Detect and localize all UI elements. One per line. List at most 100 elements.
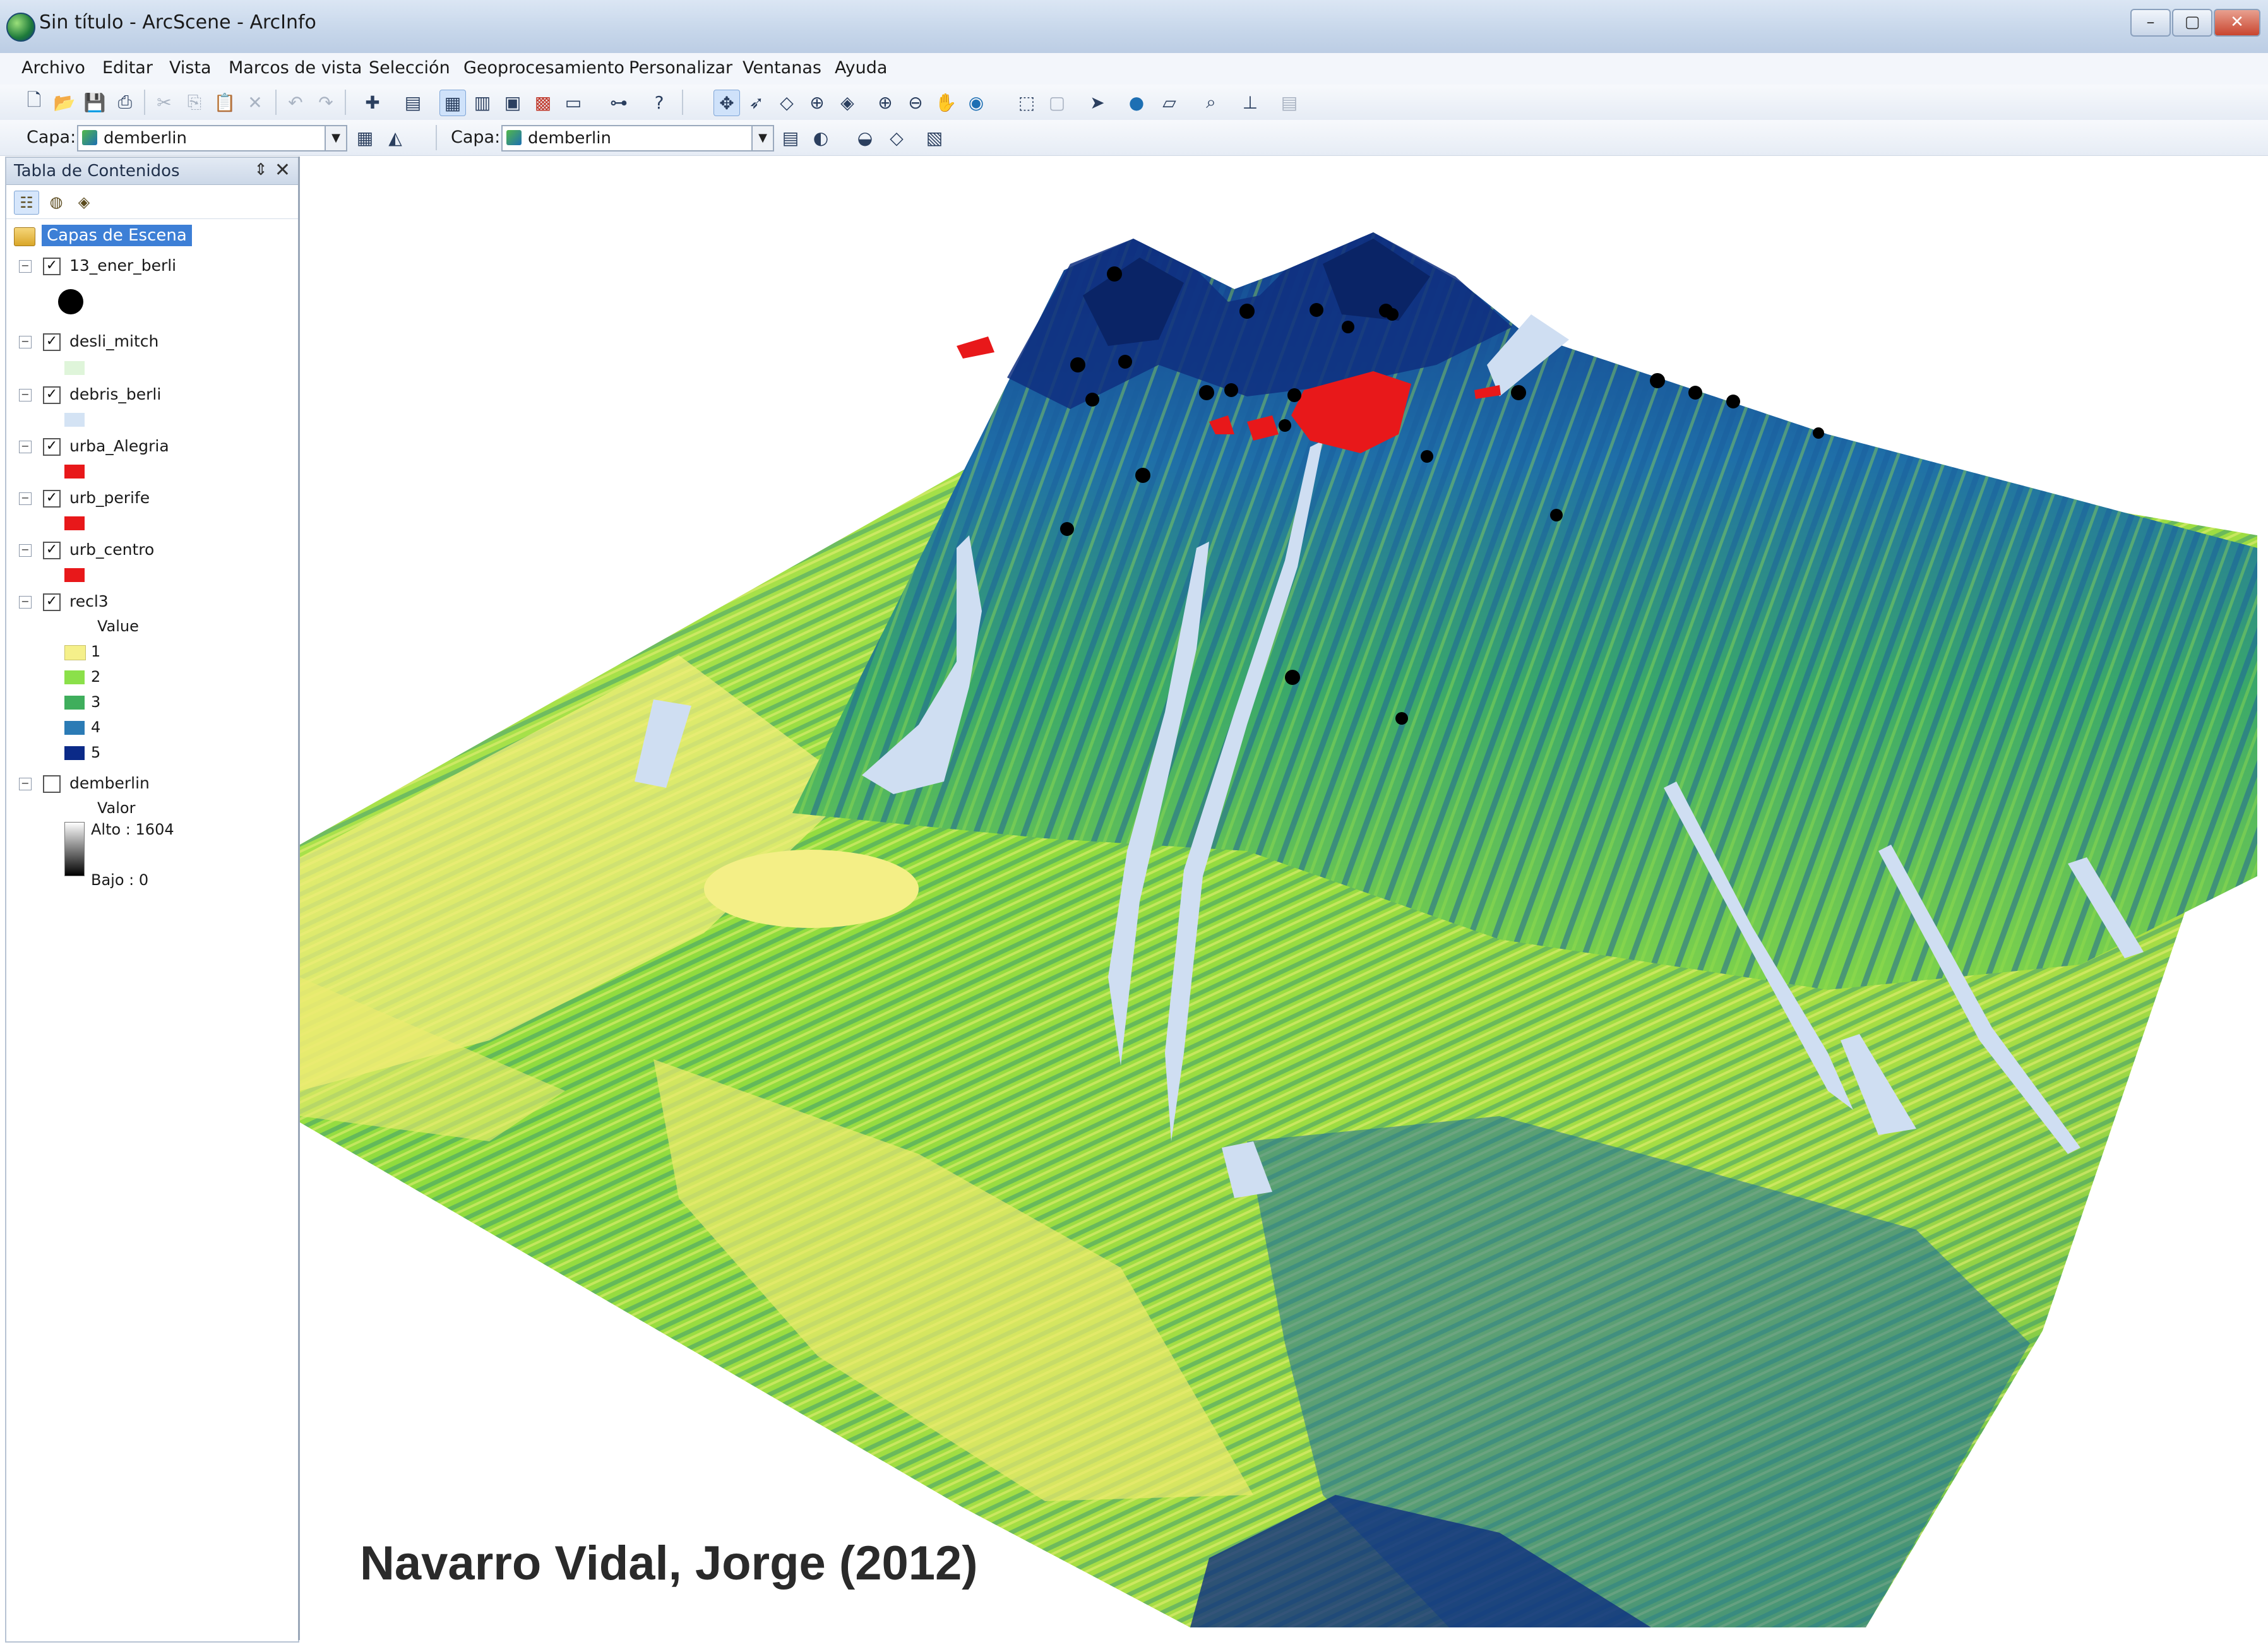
layer-dropdown[interactable]: demberlin ▼ (77, 125, 347, 152)
layer-name[interactable]: urb_perife (69, 489, 150, 507)
menu-archivo[interactable]: Archivo (21, 58, 85, 78)
author-credit: Navarro Vidal, Jorge (2012) (360, 1537, 978, 1590)
collapse-icon[interactable]: − (19, 389, 32, 401)
collapse-icon[interactable]: − (19, 441, 32, 453)
landslide-point (1279, 419, 1291, 432)
pin-icon[interactable]: ⇕ (254, 160, 268, 179)
collapse-icon[interactable]: − (19, 544, 32, 557)
identify-icon[interactable]: ● (1124, 90, 1149, 115)
layer-name[interactable]: debris_berli (69, 385, 161, 403)
collapse-icon[interactable]: − (19, 336, 32, 348)
list-by-drawing-order-icon[interactable]: ☷ (14, 191, 39, 215)
navigate-icon[interactable]: ✥ (713, 90, 740, 116)
point-symbol-icon (58, 289, 83, 314)
collapse-icon[interactable]: − (19, 492, 32, 505)
find-icon[interactable]: ⌕ (1198, 90, 1224, 115)
layer-tool-icon[interactable]: ◭ (383, 125, 408, 150)
layer-visibility-checkbox[interactable]: ✓ (43, 258, 61, 275)
menu-geoprocesamiento[interactable]: Geoprocesamiento (463, 58, 624, 78)
layer-visibility-checkbox[interactable]: ✓ (43, 490, 61, 508)
maximize-button[interactable]: ▢ (2172, 9, 2212, 37)
full-extent-icon[interactable]: ◉ (964, 90, 989, 115)
paste-icon[interactable]: 📋 (212, 90, 237, 115)
layer-visibility-checkbox[interactable]: ✓ (43, 438, 61, 456)
save-icon[interactable]: 💾 (82, 90, 107, 115)
pan-icon[interactable]: ✋ (933, 90, 958, 115)
cut-icon[interactable]: ✂ (152, 90, 177, 115)
undo-icon[interactable]: ↶ (283, 90, 308, 115)
layer-visibility-checkbox[interactable] (43, 775, 61, 793)
fly-icon[interactable]: ➶ (744, 90, 769, 115)
arctoolbox-icon[interactable]: ▩ (530, 90, 556, 115)
layer-dropdown[interactable]: demberlin ▼ (501, 125, 774, 152)
chevron-down-icon[interactable]: ▼ (751, 126, 773, 150)
time-slider-icon[interactable]: ▤ (1277, 90, 1302, 115)
toc-root-scene-layers[interactable]: Capas de Escena (42, 225, 192, 246)
toc-window-icon[interactable]: ▦ (439, 90, 466, 116)
layer-name[interactable]: urb_centro (69, 540, 154, 559)
standard-toolbar: 🗋 📂 💾 ⎙ ✂ ⎘ 📋 ✕ ↶ ↷ ✚ ▤ ▦ ▥ ▣ ▩ ▭ ⊶ ? ✥ … (0, 85, 2268, 121)
menu-personalizar[interactable]: Personalizar (629, 58, 732, 78)
clear-selection-icon[interactable]: ▢ (1044, 90, 1070, 115)
toc-title: Tabla de Contenidos (14, 162, 180, 181)
delete-icon[interactable]: ✕ (242, 90, 268, 115)
menu-vista[interactable]: Vista (169, 58, 212, 78)
target-center-icon[interactable]: ◇ (774, 90, 799, 115)
layer-name[interactable]: urba_Alegria (69, 437, 169, 455)
scene-view[interactable]: Navarro Vidal, Jorge (2012) (298, 157, 2264, 1640)
menu-editar[interactable]: Editar (102, 58, 153, 78)
legend-swatch (64, 645, 86, 660)
effects-tool-icon[interactable]: ◒ (852, 125, 878, 150)
new-document-icon[interactable]: 🗋 (21, 90, 47, 115)
scene-properties-icon[interactable]: ▤ (400, 90, 426, 115)
add-data-icon[interactable]: ✚ (360, 90, 385, 115)
effects-tool-icon[interactable]: ▧ (922, 125, 947, 150)
list-by-visibility-icon[interactable]: ◈ (72, 191, 96, 213)
python-window-icon[interactable]: ▭ (561, 90, 586, 115)
minimize-button[interactable]: – (2130, 9, 2171, 37)
html-popup-icon[interactable]: ▱ (1157, 90, 1182, 115)
effects-tool-icon[interactable]: ◐ (808, 125, 833, 150)
list-by-source-icon[interactable]: ◍ (44, 191, 68, 213)
measure-icon[interactable]: ⊥ (1238, 90, 1263, 115)
layer-visibility-checkbox[interactable]: ✓ (43, 386, 61, 404)
menu-marcos-de-vista[interactable]: Marcos de vista (229, 58, 362, 78)
menu-seleccion[interactable]: Selección (369, 58, 450, 78)
set-observer-icon[interactable]: ◈ (835, 90, 860, 115)
layer-name[interactable]: demberlin (69, 774, 150, 792)
model-builder-icon[interactable]: ⊶ (606, 90, 631, 115)
layer-name[interactable]: recl3 (69, 592, 109, 610)
layer-visibility-checkbox[interactable]: ✓ (43, 542, 61, 559)
zoom-in-icon[interactable]: ⊕ (873, 90, 898, 115)
toc-close-icon[interactable]: ✕ (275, 159, 290, 181)
print-icon[interactable]: ⎙ (112, 90, 138, 115)
collapse-icon[interactable]: − (19, 596, 32, 609)
close-button[interactable]: ✕ (2214, 9, 2260, 37)
chevron-down-icon[interactable]: ▼ (325, 126, 346, 150)
menu-ayuda[interactable]: Ayuda (835, 58, 887, 78)
zoom-to-target-icon[interactable]: ⊕ (804, 90, 830, 115)
legend-class-label: 5 (91, 744, 101, 761)
collapse-icon[interactable]: − (19, 260, 32, 273)
select-elements-icon[interactable]: ➤ (1085, 90, 1110, 115)
layer-tool-icon[interactable]: ▦ (352, 125, 378, 150)
landslide-point (1070, 357, 1085, 372)
whats-this-icon[interactable]: ? (647, 90, 672, 115)
open-folder-icon[interactable]: 📂 (52, 90, 77, 115)
terrain-3d-render (300, 232, 2257, 1627)
effects-tool-icon[interactable]: ▤ (778, 125, 803, 150)
layer-visibility-checkbox[interactable]: ✓ (43, 333, 61, 351)
redo-icon[interactable]: ↷ (313, 90, 338, 115)
menu-ventanas[interactable]: Ventanas (743, 58, 821, 78)
catalog-icon[interactable]: ▥ (470, 90, 495, 115)
search-window-icon[interactable]: ▣ (500, 90, 525, 115)
layer-visibility-checkbox[interactable]: ✓ (43, 593, 61, 611)
collapse-icon[interactable]: − (19, 778, 32, 790)
copy-icon[interactable]: ⎘ (182, 90, 207, 115)
layer-name[interactable]: 13_ener_berli (69, 256, 176, 275)
toolbar-separator (436, 125, 437, 150)
select-features-icon[interactable]: ⬚ (1014, 90, 1039, 115)
layer-name[interactable]: desli_mitch (69, 332, 158, 350)
zoom-out-icon[interactable]: ⊖ (903, 90, 928, 115)
effects-tool-icon[interactable]: ◇ (884, 125, 909, 150)
